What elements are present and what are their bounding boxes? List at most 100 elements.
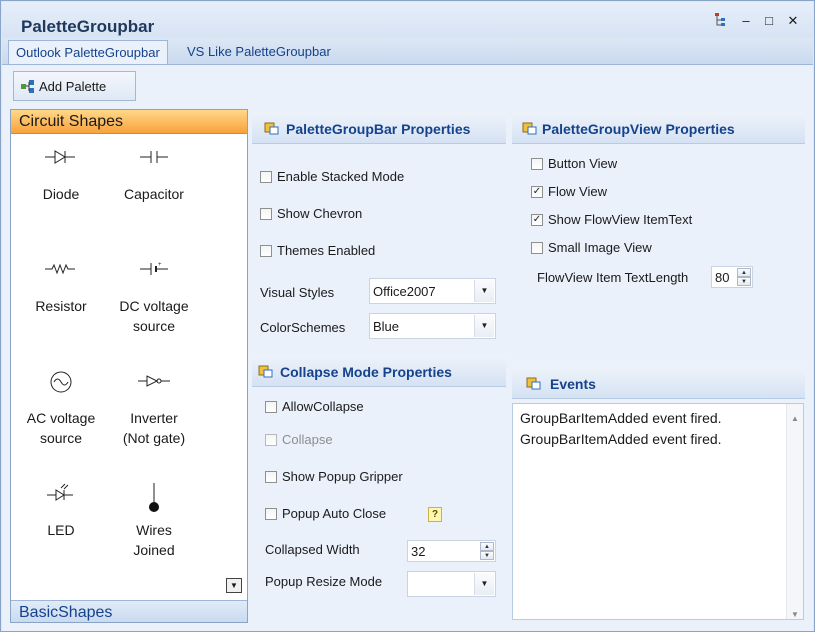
palette-groupbar: Circuit Shapes Diode Capacitor Resistor … — [10, 109, 248, 623]
palette-header-circuit-shapes[interactable]: Circuit Shapes — [11, 110, 247, 134]
collapsed-width-stepper[interactable]: 32 ▲ ▼ — [407, 540, 496, 562]
title-bar: PaletteGroupbar – □ ✕ — [2, 2, 813, 38]
chevron-down-icon[interactable]: ▼ — [474, 280, 494, 302]
checkbox-box — [260, 171, 272, 183]
collapse-checkbox[interactable]: Collapse — [265, 432, 333, 448]
events-header: Events — [512, 367, 805, 399]
palette-item-label: DC voltage — [119, 298, 189, 314]
maximize-button[interactable]: □ — [760, 12, 778, 30]
palette-item-inverter[interactable]: Inverter (Not gate) — [104, 368, 204, 448]
allow-collapse-checkbox[interactable]: AllowCollapse — [265, 399, 364, 415]
tab-vs-like-palettegroupbar[interactable]: VS Like PaletteGroupbar — [180, 40, 338, 65]
show-popup-gripper-checkbox[interactable]: Show Popup Gripper — [265, 469, 403, 485]
tab-strip: Outlook PaletteGroupbar VS Like PaletteG… — [2, 39, 813, 65]
popup-resize-mode-select[interactable]: ▼ — [407, 571, 496, 597]
popup-resize-mode-label: Popup Resize Mode — [265, 574, 383, 589]
palette-item-capacitor[interactable]: Capacitor — [104, 144, 204, 204]
palette-item-label: AC voltage — [26, 410, 96, 426]
checkbox-label: Show Popup Gripper — [282, 469, 403, 484]
color-schemes-label: ColorSchemes — [260, 320, 346, 335]
palette-item-resistor[interactable]: Resistor — [11, 256, 111, 316]
palette-item-label: LED — [47, 522, 75, 538]
flowview-textlength-stepper[interactable]: 80 ▲ ▼ — [711, 266, 753, 288]
checkbox-box — [260, 245, 272, 257]
color-schemes-select[interactable]: Blue ▼ — [369, 313, 496, 339]
checkbox-box — [260, 208, 272, 220]
event-line: GroupBarItemAdded event fired. — [520, 431, 722, 447]
flow-view-checkbox[interactable]: ✓ Flow View — [531, 184, 607, 200]
properties-icon — [264, 120, 280, 139]
select-value: Office2007 — [373, 284, 436, 299]
events-log[interactable]: GroupBarItemAdded event fired. GroupBarI… — [512, 403, 804, 620]
checkbox-label: Show FlowView ItemText — [548, 212, 693, 227]
groupview-properties-header: PaletteGroupView Properties — [512, 112, 805, 144]
checkbox-label: Show Chevron — [277, 206, 363, 221]
checkbox-label: Small Image View — [548, 240, 652, 255]
groupview-properties-title: PaletteGroupView Properties — [542, 121, 735, 137]
checkbox-checked: ✓ — [531, 186, 543, 198]
led-icon — [47, 483, 73, 501]
collapse-properties-header: Collapse Mode Properties — [252, 355, 506, 387]
tab-outlook-palettegroupbar[interactable]: Outlook PaletteGroupbar — [8, 40, 168, 65]
checkbox-label: Flow View — [548, 184, 608, 199]
checkbox-label: Collapse — [282, 432, 333, 447]
palette-item-label: Inverter — [130, 410, 178, 426]
add-palette-button[interactable]: Add Palette — [13, 71, 136, 101]
ac-voltage-source-icon — [50, 371, 72, 393]
palette-item-wires-joined[interactable]: Wires Joined — [104, 480, 204, 560]
stepper-value: 80 — [715, 270, 730, 285]
popup-auto-close-checkbox[interactable]: Popup Auto Close — [265, 506, 386, 522]
close-button[interactable]: ✕ — [784, 12, 802, 30]
help-icon[interactable]: ? — [428, 507, 442, 522]
checkbox-box — [531, 242, 543, 254]
palette-header-basicshapes[interactable]: BasicShapes — [11, 600, 247, 622]
inverter-icon — [138, 375, 170, 387]
checkbox-checked: ✓ — [531, 214, 543, 226]
stepper-up-icon[interactable]: ▲ — [737, 268, 751, 277]
groupbar-properties-header: PaletteGroupBar Properties — [252, 112, 506, 144]
collapsed-width-label: Collapsed Width — [265, 542, 360, 557]
resistor-icon — [45, 263, 75, 275]
checkbox-label: Themes Enabled — [277, 243, 376, 258]
chevron-down-icon[interactable]: ▼ — [474, 315, 494, 337]
collapse-properties-title: Collapse Mode Properties — [280, 364, 452, 380]
checkbox-label: Popup Auto Close — [282, 506, 387, 521]
checkbox-box — [265, 471, 277, 483]
visual-styles-label: Visual Styles — [260, 285, 335, 300]
stepper-down-icon[interactable]: ▼ — [480, 551, 494, 560]
palette-item-dc-voltage-source[interactable]: + DC voltage source — [104, 256, 204, 336]
window-title: PaletteGroupbar — [21, 17, 155, 36]
visual-styles-select[interactable]: Office2007 ▼ — [369, 278, 496, 304]
groupbar-properties-title: PaletteGroupBar Properties — [286, 121, 471, 137]
svg-text:+: + — [158, 262, 162, 268]
add-palette-icon — [20, 79, 36, 98]
themes-enabled-checkbox[interactable]: Themes Enabled — [260, 243, 375, 259]
enable-stacked-mode-checkbox[interactable]: Enable Stacked Mode — [260, 169, 404, 185]
minimize-button[interactable]: – — [737, 12, 755, 30]
properties-icon — [522, 120, 538, 139]
show-chevron-checkbox[interactable]: Show Chevron — [260, 206, 362, 222]
palette-item-label: Joined — [133, 542, 175, 558]
show-flowview-itemtext-checkbox[interactable]: ✓ Show FlowView ItemText — [531, 212, 692, 228]
palette-scroll-down-button[interactable]: ▼ — [226, 578, 242, 593]
palette-item-label: Diode — [42, 186, 80, 202]
events-scrollbar[interactable]: ▲ ▼ — [786, 404, 803, 619]
stepper-value: 32 — [411, 544, 426, 559]
palette-item-diode[interactable]: Diode — [11, 144, 111, 204]
button-view-checkbox[interactable]: Button View — [531, 156, 617, 172]
tree-icon[interactable] — [711, 12, 729, 30]
checkbox-label: Button View — [548, 156, 618, 171]
small-image-view-checkbox[interactable]: Small Image View — [531, 240, 652, 256]
scroll-down-icon[interactable]: ▼ — [791, 604, 799, 625]
palette-item-label: Capacitor — [124, 186, 184, 202]
add-palette-label: Add Palette — [39, 79, 107, 94]
stepper-up-icon[interactable]: ▲ — [480, 542, 494, 551]
stepper-down-icon[interactable]: ▼ — [737, 277, 751, 286]
select-value: Blue — [373, 319, 400, 334]
chevron-down-icon[interactable]: ▼ — [474, 573, 494, 595]
palette-item-ac-voltage-source[interactable]: AC voltage source — [11, 368, 111, 448]
scroll-up-icon[interactable]: ▲ — [791, 408, 799, 429]
palette-item-led[interactable]: LED — [11, 480, 111, 540]
palette-item-label: Wires — [136, 522, 172, 538]
event-line: GroupBarItemAdded event fired. — [520, 410, 722, 426]
